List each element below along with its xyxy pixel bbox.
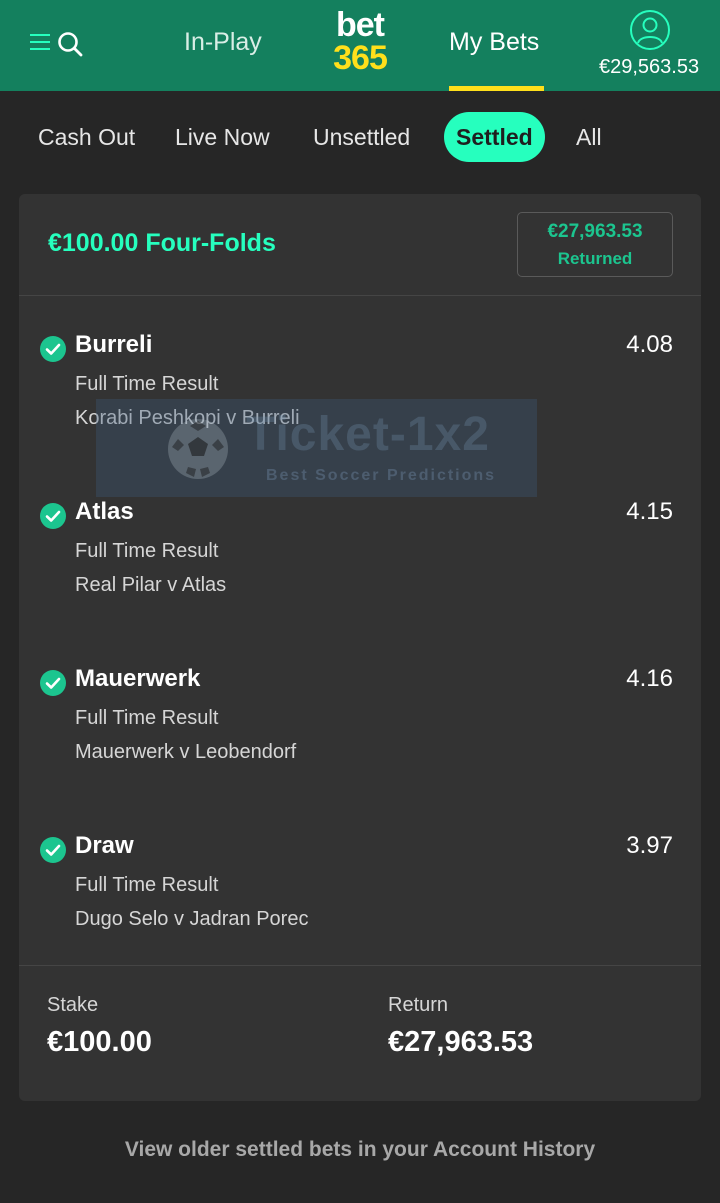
- bet-card-header: €100.00 Four-Folds €27,963.53 Returned: [19, 194, 701, 296]
- selection-odds: 4.16: [626, 665, 673, 692]
- returned-label: Returned: [557, 249, 633, 268]
- search-icon[interactable]: [56, 30, 84, 58]
- check-icon: [40, 503, 66, 529]
- logo-text-top: bet: [336, 6, 385, 44]
- returned-badge: €27,963.53 Returned: [517, 212, 673, 277]
- watermark-title: Ticket-1x2: [246, 408, 490, 461]
- selection-odds: 4.08: [626, 331, 673, 358]
- watermark-subtitle: Best Soccer Predictions: [266, 467, 497, 484]
- check-icon: [40, 837, 66, 863]
- watermark-overlay: Ticket-1x2 Best Soccer Predictions: [96, 399, 537, 497]
- menu-icon[interactable]: [28, 30, 52, 54]
- selection-market: Full Time Result: [75, 707, 219, 729]
- bet-title: €100.00 Four-Folds: [48, 229, 276, 257]
- summary-divider: [19, 965, 701, 966]
- nav-in-play[interactable]: In-Play: [184, 28, 262, 57]
- stake-label: Stake: [47, 994, 99, 1016]
- selection-row: Draw 3.97 Full Time Result Dugo Selo v J…: [19, 798, 701, 965]
- bet-filter-tabs: Cash Out Live Now Unsettled Settled All: [0, 110, 720, 166]
- selection-name: Burreli: [75, 331, 153, 358]
- selection-event: Dugo Selo v Jadran Porec: [75, 908, 309, 930]
- top-header: In-Play bet 365 My Bets €29,563.53: [0, 0, 720, 91]
- selection-market: Full Time Result: [75, 373, 219, 395]
- settled-bet-card: €100.00 Four-Folds €27,963.53 Returned B…: [19, 194, 701, 1101]
- check-icon: [40, 336, 66, 362]
- tab-all[interactable]: All: [576, 112, 602, 162]
- account-history-link[interactable]: View older settled bets in your Account …: [0, 1138, 720, 1162]
- returned-amount: €27,963.53: [547, 221, 643, 242]
- check-icon: [40, 670, 66, 696]
- return-label: Return: [388, 994, 449, 1016]
- return-value: €27,963.53: [388, 1026, 534, 1058]
- tab-settled[interactable]: Settled: [444, 112, 545, 162]
- tab-cash-out[interactable]: Cash Out: [38, 112, 135, 162]
- account-icon[interactable]: [629, 9, 671, 51]
- selection-odds: 3.97: [626, 832, 673, 859]
- tab-live-now[interactable]: Live Now: [175, 112, 270, 162]
- nav-my-bets[interactable]: My Bets: [449, 28, 539, 57]
- tab-unsettled[interactable]: Unsettled: [313, 112, 410, 162]
- selection-row: Mauerwerk 4.16 Full Time Result Mauerwer…: [19, 631, 701, 798]
- stake-value: €100.00: [47, 1026, 152, 1058]
- selection-name: Mauerwerk: [75, 665, 201, 692]
- selection-market: Full Time Result: [75, 874, 219, 896]
- selection-event: Real Pilar v Atlas: [75, 574, 227, 596]
- bet365-logo[interactable]: bet 365: [324, 6, 396, 77]
- selection-event: Mauerwerk v Leobendorf: [75, 741, 297, 763]
- selection-market: Full Time Result: [75, 540, 219, 562]
- selection-odds: 4.15: [626, 498, 673, 525]
- soccer-ball-icon: [168, 419, 228, 479]
- selection-name: Atlas: [75, 498, 134, 525]
- selection-name: Draw: [75, 832, 134, 859]
- logo-text-bottom: 365: [333, 38, 388, 77]
- account-balance[interactable]: €29,563.53: [599, 56, 699, 79]
- active-nav-indicator: [449, 86, 544, 91]
